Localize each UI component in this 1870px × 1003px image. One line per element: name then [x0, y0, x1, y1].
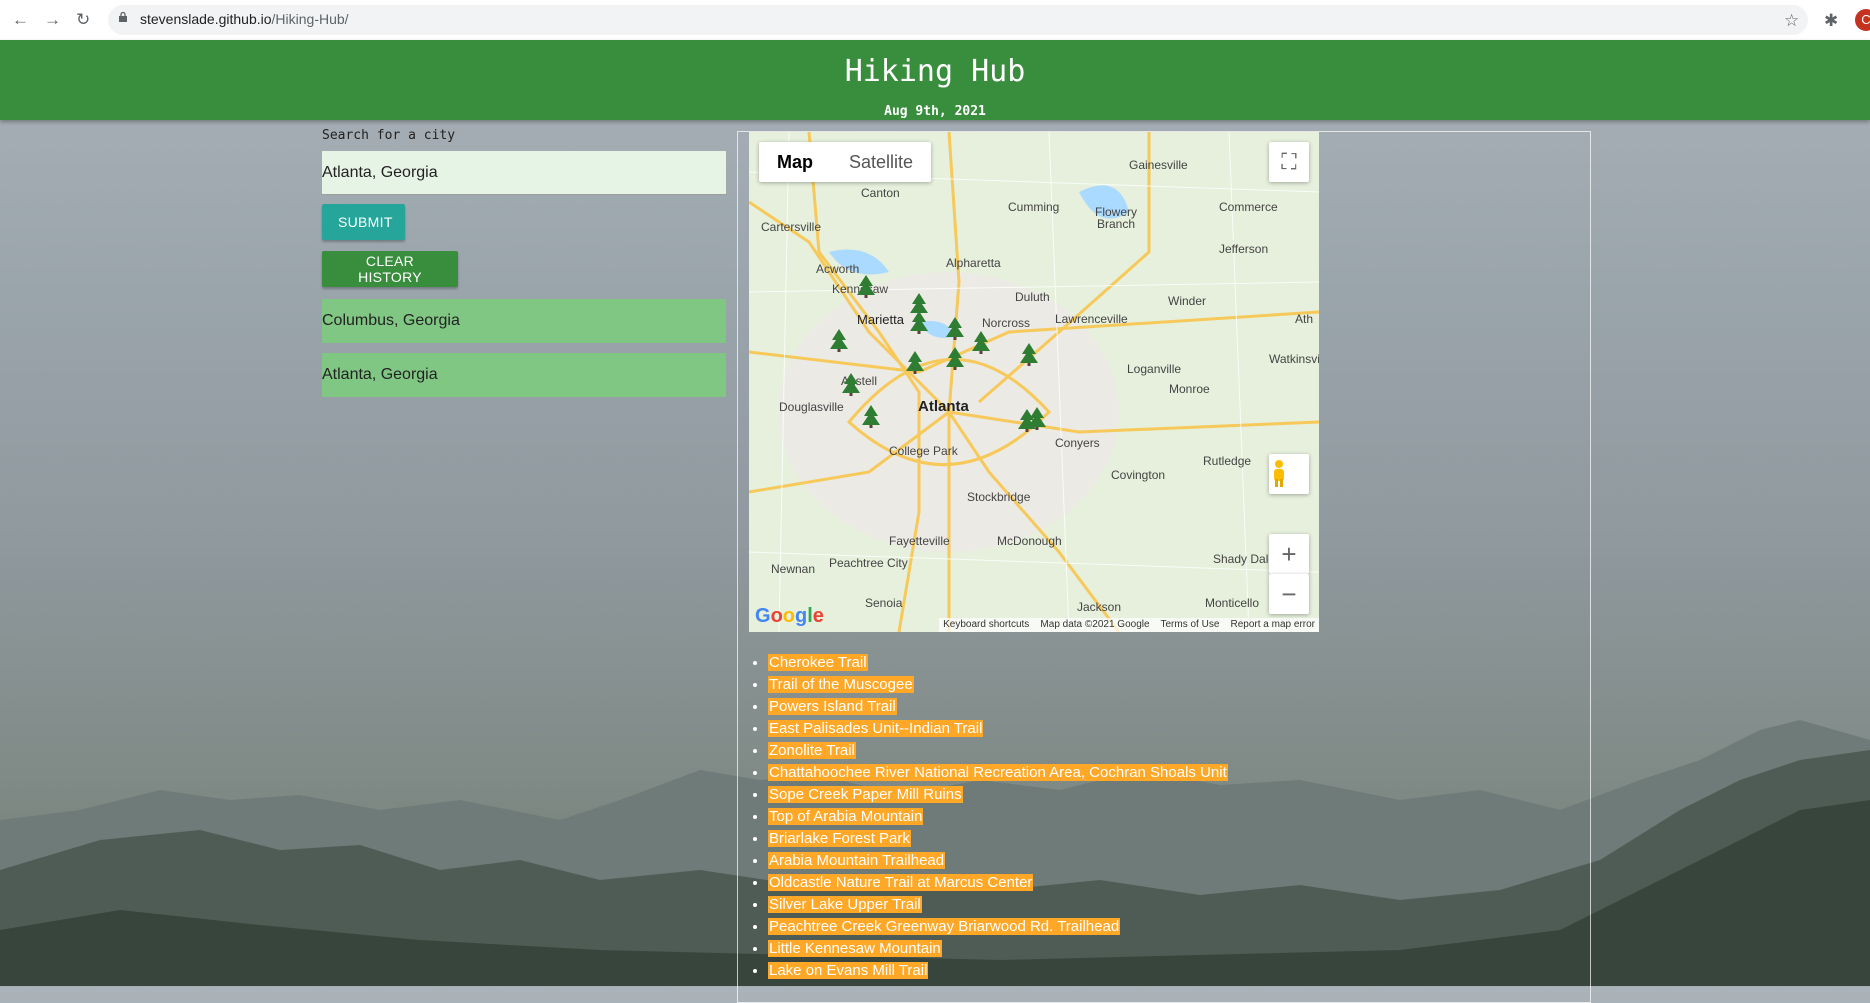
site-header: Hiking Hub Aug 9th, 2021 — [0, 40, 1870, 120]
trail-link[interactable]: Chattahoochee River National Recreation … — [768, 764, 1228, 781]
pegman-icon[interactable] — [1269, 454, 1309, 494]
browser-toolbar: ← → ↻ stevenslade.github.io/Hiking-Hub/ … — [0, 0, 1870, 41]
trail-link[interactable]: East Palisades Unit--Indian Trail — [768, 720, 984, 737]
zoom-out-button[interactable]: − — [1269, 574, 1309, 614]
trail-link[interactable]: Powers Island Trail — [768, 698, 897, 715]
search-label: Search for a city — [322, 128, 456, 143]
map-footer: Keyboard shortcuts Map data ©2021 Google… — [939, 618, 1319, 632]
map-type-satellite-button[interactable]: Satellite — [831, 142, 931, 182]
list-item: Oldcastle Nature Trail at Marcus Center — [768, 872, 1228, 894]
list-item: Cherokee Trail — [768, 652, 1228, 674]
trail-list: Cherokee Trail Trail of the Muscogee Pow… — [752, 652, 1228, 982]
trail-link[interactable]: Trail of the Muscogee — [768, 676, 914, 693]
trail-marker-icon — [946, 317, 964, 340]
keyboard-shortcuts-link[interactable]: Keyboard shortcuts — [943, 619, 1029, 630]
address-bar[interactable]: stevenslade.github.io/Hiking-Hub/ — [108, 5, 1808, 35]
trail-link[interactable]: Arabia Mountain Trailhead — [768, 852, 946, 869]
submit-button[interactable]: SUBMIT — [322, 204, 405, 240]
fullscreen-icon[interactable]: ⛶ — [1269, 142, 1309, 182]
trail-markers — [830, 275, 1046, 432]
url-text: stevenslade.github.io/Hiking-Hub/ — [140, 11, 349, 27]
map-type-map-button[interactable]: Map — [759, 142, 831, 182]
current-date: Aug 9th, 2021 — [884, 104, 986, 119]
google-logo: Google — [755, 605, 824, 627]
trail-link[interactable]: Cherokee Trail — [768, 654, 868, 671]
list-item: Little Kennesaw Mountain — [768, 938, 1228, 960]
trail-marker-icon — [972, 331, 990, 354]
list-item: Trail of the Muscogee — [768, 674, 1228, 696]
map-type-control: Map Satellite — [759, 142, 932, 182]
list-item: Top of Arabia Mountain — [768, 806, 1228, 828]
list-item: Silver Lake Upper Trail — [768, 894, 1228, 916]
trail-link[interactable]: Top of Arabia Mountain — [768, 808, 924, 825]
list-item: East Palisades Unit--Indian Trail — [768, 718, 1228, 740]
page-title: Hiking Hub — [844, 54, 1026, 89]
list-item: Sope Creek Paper Mill Ruins — [768, 784, 1228, 806]
forward-icon[interactable]: → — [44, 10, 61, 30]
list-item: Powers Island Trail — [768, 696, 1228, 718]
trail-link[interactable]: Peachtree Creek Greenway Briarwood Rd. T… — [768, 918, 1121, 935]
trail-marker-icon — [1020, 343, 1038, 366]
list-item: Briarlake Forest Park — [768, 828, 1228, 850]
report-error-link[interactable]: Report a map error — [1231, 619, 1315, 630]
clear-history-button[interactable]: CLEAR HISTORY — [322, 251, 458, 287]
lock-icon — [119, 12, 127, 22]
trail-link[interactable]: Little Kennesaw Mountain — [768, 940, 942, 957]
trail-link[interactable]: Zonolite Trail — [768, 742, 856, 759]
zoom-in-button[interactable]: + — [1269, 534, 1309, 574]
terms-link[interactable]: Terms of Use — [1160, 619, 1219, 630]
trail-link[interactable]: Oldcastle Nature Trail at Marcus Center — [768, 874, 1034, 891]
trail-marker-icon — [946, 347, 964, 370]
trail-marker-icon — [830, 329, 848, 352]
reload-icon[interactable]: ↻ — [76, 10, 90, 30]
map-data-attribution: Map data ©2021 Google — [1040, 619, 1150, 630]
trail-marker-icon — [862, 405, 880, 428]
profile-avatar[interactable]: C — [1855, 9, 1870, 31]
trail-marker-icon — [906, 351, 924, 374]
city-search-input[interactable] — [322, 151, 726, 195]
trail-link[interactable]: Silver Lake Upper Trail — [768, 896, 922, 913]
list-item: Zonolite Trail — [768, 740, 1228, 762]
history-item[interactable]: Columbus, Georgia — [322, 299, 726, 343]
list-item: Lake on Evans Mill Trail — [768, 960, 1228, 982]
trail-link[interactable]: Lake on Evans Mill Trail — [768, 962, 929, 979]
trail-marker-icon — [842, 373, 860, 396]
history-item[interactable]: Atlanta, Georgia — [322, 353, 726, 397]
back-icon[interactable]: ← — [12, 10, 29, 30]
extensions-icon[interactable]: ✱ — [1824, 11, 1838, 31]
list-item: Peachtree Creek Greenway Briarwood Rd. T… — [768, 916, 1228, 938]
trail-link[interactable]: Sope Creek Paper Mill Ruins — [768, 786, 963, 803]
trail-marker-icon — [857, 275, 875, 298]
trail-map[interactable]: Gainesville Canton Cumming Flowery Branc… — [749, 132, 1319, 632]
list-item: Chattahoochee River National Recreation … — [768, 762, 1228, 784]
trail-marker-icon — [910, 311, 928, 334]
bookmark-star-icon[interactable]: ☆ — [1784, 11, 1799, 31]
list-item: Arabia Mountain Trailhead — [768, 850, 1228, 872]
trail-link[interactable]: Briarlake Forest Park — [768, 830, 911, 847]
